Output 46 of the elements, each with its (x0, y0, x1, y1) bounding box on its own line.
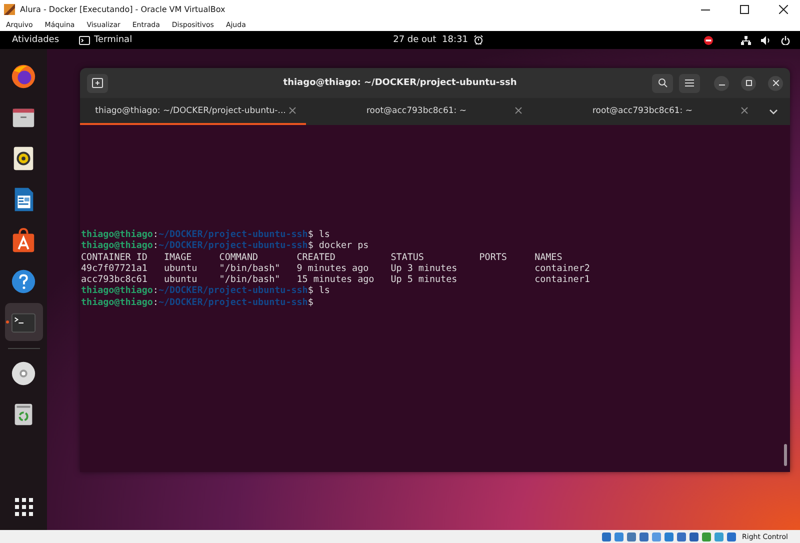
terminal-line: acc793bc8c61 ubuntu "/bin/bash" 15 minutes ago Up 5 minutes container1 (81, 274, 590, 286)
status-icons-drawing[interactable] (602, 532, 738, 542)
search-icon (658, 78, 668, 88)
terminal-tab[interactable]: thiago@thiago: ~/DOCKER/project-ubuntu-... (80, 98, 306, 125)
close-button[interactable] (768, 76, 783, 90)
volume-icon[interactable] (761, 36, 771, 44)
search-button[interactable] (652, 74, 673, 92)
globe-icon (10, 62, 37, 90)
menu-button[interactable] (679, 74, 700, 92)
help-icon (10, 268, 37, 294)
chevron-down-icon[interactable] (768, 108, 778, 114)
app-grid-icon[interactable] (14, 498, 32, 516)
close-tab-icon[interactable] (289, 107, 296, 114)
power-icon[interactable] (781, 36, 790, 44)
date-time[interactable]: 27 de out 18:31 (393, 35, 468, 45)
app-menu-label[interactable]: Terminal (94, 35, 132, 45)
terminal-line: thiago@thiago:~/DOCKER/project-ubuntu-ssh$ docker ps (81, 240, 369, 252)
shopping-bag-icon (10, 226, 37, 254)
do-not-disturb-icon[interactable] (704, 36, 713, 44)
disc-icon (10, 360, 37, 386)
maximize-icon (746, 80, 752, 86)
menu-icon (685, 79, 694, 87)
window-title: Alura - Docker [Executando] - Oracle VM VirtualBox (20, 5, 226, 14)
scrollbar[interactable] (784, 444, 787, 466)
minimize-button[interactable] (714, 76, 729, 90)
close-icon (772, 80, 778, 86)
new-tab-icon (92, 78, 103, 88)
close-tab-icon[interactable] (741, 107, 748, 114)
terminal-tab[interactable]: root@acc793bc8c61: ~ (532, 98, 758, 125)
new-tab-button[interactable] (87, 74, 108, 92)
maximize-button[interactable] (741, 76, 756, 90)
terminal-title: thiago@thiago: ~/DOCKER/project-ubuntu-ssh (282, 78, 518, 88)
close-tab-icon[interactable] (515, 107, 522, 114)
alarm-clock-icon (474, 35, 483, 45)
terminal-line: CONTAINER ID IMAGE COMMAND CREATED STATUS PORTS NAMES (81, 252, 562, 263)
maximize-icon (740, 5, 748, 14)
terminal-line: thiago@thiago:~/DOCKER/project-ubuntu-ssh$ ls (81, 285, 330, 297)
terminal-line: 49c7f07721a1 ubuntu "/bin/bash" 9 minutes ago Up 3 minutes container2 (81, 262, 590, 274)
app-logo-icon (4, 4, 15, 15)
terminal-line: thiago@thiago:~/DOCKER/project-ubuntu-ssh$ (81, 296, 314, 308)
network-icon[interactable] (741, 36, 751, 44)
terminal-line: thiago@thiago:~/DOCKER/project-ubuntu-ssh$ ls (81, 229, 330, 240)
terminal-tab[interactable]: root@acc793bc8c61: ~ (306, 98, 532, 125)
close-icon (778, 5, 788, 14)
activities-button[interactable]: Atividades (12, 35, 60, 45)
terminal-icon (79, 36, 90, 44)
